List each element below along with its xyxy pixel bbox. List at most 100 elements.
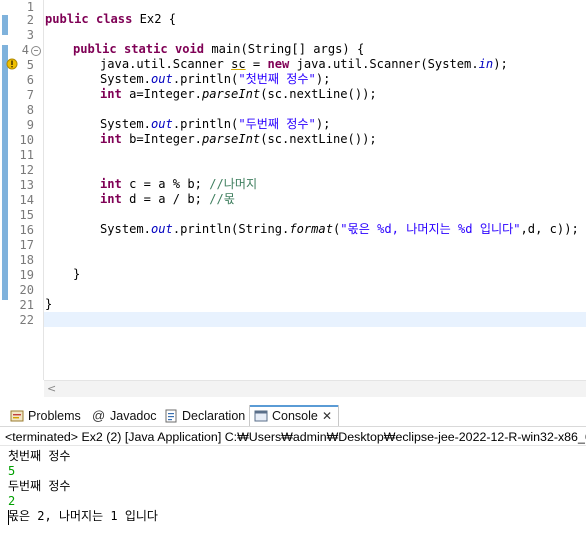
code-line-21: } xyxy=(45,297,53,311)
code-comment: //나머지 xyxy=(209,177,258,191)
code-token: int xyxy=(100,192,122,206)
line-number: 8 xyxy=(26,103,34,117)
code-token: .println(String. xyxy=(172,222,290,236)
code-line-13: int c = a % b; //나머지 xyxy=(100,177,257,192)
code-token: System. xyxy=(100,117,151,131)
code-token: "두번째 정수" xyxy=(238,117,316,131)
code-token: d = a / b; xyxy=(121,192,210,206)
code-line-4: public static void main(String[] args) { xyxy=(73,42,364,57)
code-token: void xyxy=(174,42,205,56)
console-line: 몫은 2, 나머지는 1 입니다 xyxy=(8,509,158,523)
code-token: out xyxy=(150,72,173,86)
code-token: sc xyxy=(231,57,246,71)
close-icon[interactable]: ✕ xyxy=(322,406,332,426)
tab-label: Console xyxy=(272,409,318,423)
ruler-mark xyxy=(2,45,8,300)
text-caret xyxy=(8,510,9,525)
line-number: 7 xyxy=(26,88,34,102)
console-line: 두번째 정수 xyxy=(8,479,71,493)
code-token: int xyxy=(100,87,122,101)
line-number: 19 xyxy=(19,268,34,282)
code-token: "몫은 %d, 나머지는 %d 입니다" xyxy=(340,222,521,236)
tab-divider xyxy=(0,426,586,427)
code-token: ); xyxy=(315,72,331,86)
code-token: .println( xyxy=(172,117,239,131)
code-line-9: System.out.println("두번째 정수"); xyxy=(100,117,330,132)
fold-collapse-icon[interactable]: − xyxy=(31,46,41,56)
tab-label: Javadoc xyxy=(110,409,157,423)
line-number: 13 xyxy=(19,178,34,192)
javadoc-at-icon: @ xyxy=(92,408,106,423)
code-line-10: int b=Integer.parseInt(sc.nextLine()); xyxy=(100,132,377,147)
code-text-area[interactable]: public class Ex2 { public static void ma… xyxy=(44,0,586,380)
code-token: public xyxy=(45,12,89,26)
code-token: class xyxy=(95,12,133,26)
code-token: parseInt xyxy=(201,132,261,146)
line-number: 22 xyxy=(19,313,34,327)
code-token: main(String[] args) { xyxy=(204,42,365,56)
code-token: int xyxy=(100,177,122,191)
code-token: c = a % b; xyxy=(121,177,210,191)
code-line-16: System.out.println(String.format("몫은 %d,… xyxy=(100,222,579,237)
code-token: in xyxy=(478,57,494,71)
code-token: (sc.nextLine()); xyxy=(260,87,377,101)
code-token: b=Integer. xyxy=(121,132,202,146)
code-editor[interactable]: 1 2 3 4 − 5 6 7 8 9 10 11 12 13 14 15 16… xyxy=(0,0,586,398)
line-number: 16 xyxy=(19,223,34,237)
ruler-mark xyxy=(2,15,8,35)
code-token: static xyxy=(123,42,168,56)
code-token: ); xyxy=(315,117,331,131)
line-number: 14 xyxy=(19,193,34,207)
code-token: format xyxy=(289,222,333,236)
code-token: = xyxy=(245,57,268,71)
code-line-2: public class Ex2 { xyxy=(45,12,176,27)
line-number: 18 xyxy=(19,253,34,267)
line-number: 21 xyxy=(19,298,34,312)
line-number: 20 xyxy=(19,283,34,297)
view-tab-bar: Problems @ Javadoc Declaration Console ✕ xyxy=(0,405,586,427)
code-line-14: int d = a / b; //몫 xyxy=(100,192,235,207)
line-number: 17 xyxy=(19,238,34,252)
views-panel: Problems @ Javadoc Declaration Console ✕… xyxy=(0,397,586,543)
tab-declaration[interactable]: Declaration xyxy=(162,406,246,426)
tab-label: Declaration xyxy=(182,409,246,423)
code-token: Ex2 { xyxy=(132,12,177,26)
overview-ruler xyxy=(0,0,10,380)
code-token: new xyxy=(267,57,290,71)
line-number: 15 xyxy=(19,208,34,222)
code-token: ,d, c)); xyxy=(520,222,579,236)
code-line-6: System.out.println("첫번째 정수"); xyxy=(100,72,330,87)
line-number: 6 xyxy=(26,73,34,87)
warning-icon[interactable] xyxy=(6,58,18,70)
line-number: 9 xyxy=(26,118,34,132)
code-token: public xyxy=(73,42,117,56)
code-token: java.util.Scanner xyxy=(100,57,232,71)
tab-problems[interactable]: Problems xyxy=(8,406,82,426)
code-token: out xyxy=(150,117,173,131)
code-token: java.util.Scanner(System. xyxy=(289,57,479,71)
console-output[interactable]: 첫번째 정수 5 두번째 정수 2 몫은 2, 나머지는 1 입니다 xyxy=(0,445,586,544)
console-input-line: 5 xyxy=(8,464,16,478)
code-token: System. xyxy=(100,222,151,236)
line-number: 12 xyxy=(19,163,34,177)
code-token: (sc.nextLine()); xyxy=(260,132,377,146)
line-number: 11 xyxy=(19,148,34,162)
line-number: 2 xyxy=(26,13,34,27)
code-comment: //몫 xyxy=(209,192,235,206)
scroll-left-icon[interactable]: < xyxy=(47,382,56,395)
tab-javadoc[interactable]: @ Javadoc xyxy=(90,406,157,426)
code-token: .println( xyxy=(172,72,239,86)
process-status: <terminated> Ex2 (2) [Java Application] … xyxy=(5,430,586,444)
horizontal-scrollbar[interactable]: < xyxy=(44,380,586,398)
tab-console[interactable]: Console ✕ xyxy=(249,405,339,427)
declaration-icon xyxy=(165,409,177,423)
line-number-gutter: 1 2 3 4 − 5 6 7 8 9 10 11 12 13 14 15 16… xyxy=(6,0,44,380)
code-token: a=Integer. xyxy=(121,87,202,101)
code-token: System. xyxy=(100,72,151,86)
problems-icon xyxy=(10,410,24,422)
line-number: 5 xyxy=(26,58,34,72)
line-number: 10 xyxy=(19,133,34,147)
